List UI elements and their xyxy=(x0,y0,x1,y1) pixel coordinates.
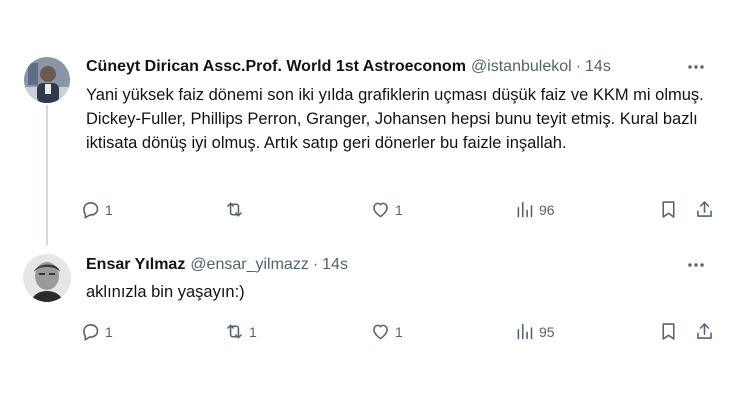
thread-line xyxy=(46,105,48,245)
repost-button[interactable]: 1 xyxy=(224,321,257,342)
like-icon xyxy=(373,202,388,218)
more-icon xyxy=(688,263,704,267)
share-icon xyxy=(697,201,712,217)
tweet-actions: 1 1 96 xyxy=(78,199,718,223)
like-button[interactable]: 1 xyxy=(370,199,403,220)
tweet-actions: 1 1 1 95 xyxy=(78,321,718,345)
views-icon xyxy=(517,201,533,218)
share-button[interactable] xyxy=(694,321,715,342)
share-icon xyxy=(697,323,712,339)
views-count: 96 xyxy=(539,201,555,218)
display-name[interactable]: Ensar Yılmaz xyxy=(86,256,185,274)
tweet-header: Ensar Yılmaz @ensar_yilmazz · 14s xyxy=(86,254,706,276)
like-count: 1 xyxy=(395,201,403,218)
user-handle[interactable]: @ensar_yilmazz xyxy=(190,256,309,274)
display-name[interactable]: Cüneyt Dirican Assc.Prof. World 1st Astr… xyxy=(86,58,466,76)
views-icon xyxy=(517,323,533,340)
bookmark-icon xyxy=(662,323,675,340)
like-button[interactable]: 1 xyxy=(370,321,403,342)
reply-icon xyxy=(83,324,99,341)
views-button[interactable]: 96 xyxy=(514,199,555,220)
avatar[interactable] xyxy=(23,254,71,302)
repost-icon xyxy=(227,202,242,217)
repost-button[interactable] xyxy=(224,199,249,220)
bookmark-button[interactable] xyxy=(658,199,679,220)
timestamp[interactable]: 14s xyxy=(585,58,611,76)
user-handle[interactable]: @istanbulekol xyxy=(471,58,572,76)
more-button[interactable] xyxy=(686,254,706,276)
avatar[interactable] xyxy=(24,57,70,103)
views-button[interactable]: 95 xyxy=(514,321,555,342)
reply-button[interactable]: 1 xyxy=(80,199,113,220)
like-icon xyxy=(373,324,388,340)
views-count: 95 xyxy=(539,323,555,340)
reply-count: 1 xyxy=(105,323,113,340)
share-button[interactable] xyxy=(694,199,715,220)
like-count: 1 xyxy=(395,323,403,340)
bookmark-button[interactable] xyxy=(658,321,679,342)
tweet-text: aklınızla bin yaşayın:) xyxy=(86,283,245,301)
reply-button[interactable]: 1 xyxy=(80,321,113,342)
repost-count: 1 xyxy=(249,323,257,340)
reply-count: 1 xyxy=(105,201,113,218)
bookmark-icon xyxy=(662,201,675,218)
timestamp[interactable]: 14s xyxy=(322,256,348,274)
tweet-text: Yani yüksek faiz dönemi son iki yılda gr… xyxy=(86,86,704,152)
repost-icon xyxy=(227,324,242,339)
tweet-header: Cüneyt Dirican Assc.Prof. World 1st Astr… xyxy=(86,56,706,78)
more-icon xyxy=(688,65,704,69)
reply-icon xyxy=(83,202,99,219)
more-button[interactable] xyxy=(686,56,706,78)
